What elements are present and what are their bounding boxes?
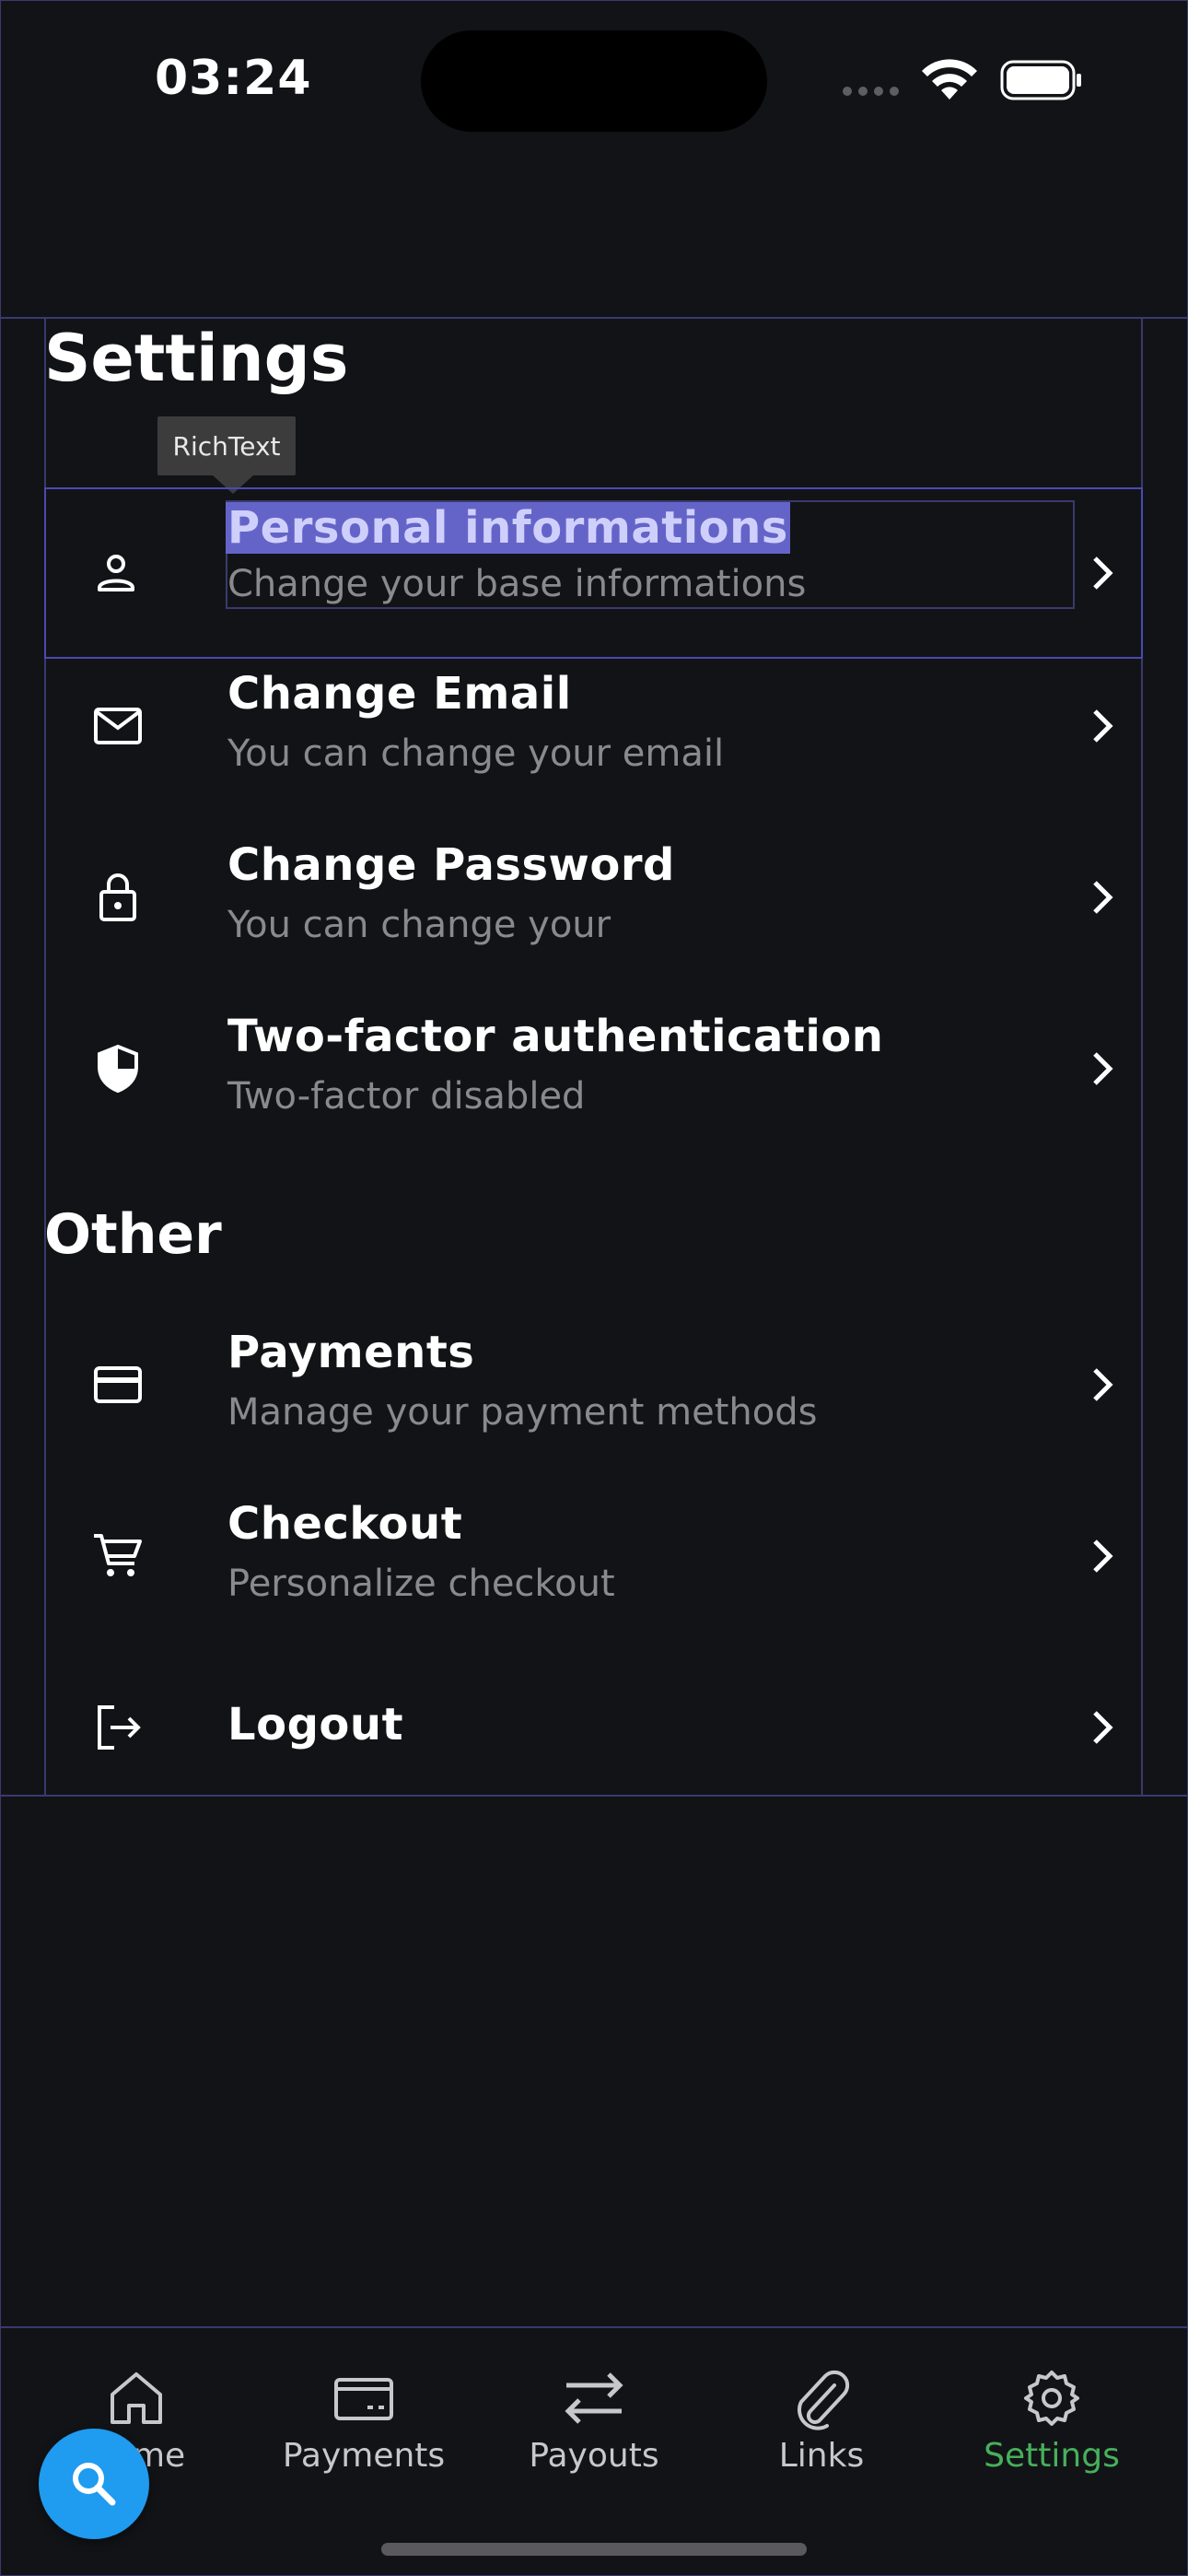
section-title-other: Other — [44, 1202, 222, 1267]
settings-item-two-factor[interactable]: Two-factor authentication Two-factor dis… — [46, 983, 1141, 1154]
settings-item-title: Personal informations — [226, 502, 790, 554]
settings-item-checkout[interactable]: Checkout Personalize checkout — [46, 1470, 1141, 1642]
lock-icon — [99, 873, 136, 921]
paperclip-icon — [798, 2370, 850, 2430]
mail-icon — [94, 708, 142, 744]
chevron-right-icon — [1093, 1540, 1113, 1573]
nav-item-payouts[interactable]: Payouts — [493, 2365, 695, 2475]
nav-item-payments[interactable]: Payments — [262, 2365, 465, 2475]
search-fab-button[interactable] — [39, 2429, 149, 2539]
home-icon — [111, 2372, 162, 2424]
page-title: Settings — [44, 321, 349, 396]
logout-icon — [98, 1705, 141, 1750]
chevron-right-icon — [1093, 556, 1113, 590]
dynamic-island — [421, 30, 767, 132]
settings-item-personal-informations[interactable]: Personal informations Change your base i… — [44, 487, 1143, 659]
wallet-icon — [334, 2378, 393, 2420]
chevron-right-icon — [1093, 881, 1113, 914]
credit-card-icon — [94, 1366, 142, 1403]
settings-item-subtitle: Two-factor disabled — [227, 1075, 586, 1118]
home-indicator[interactable] — [381, 2543, 807, 2556]
settings-item-payments[interactable]: Payments Manage your payment methods — [46, 1299, 1141, 1470]
wifi-icon — [922, 59, 977, 100]
status-time: 03:24 — [155, 51, 312, 106]
settings-item-title: Checkout — [227, 1498, 463, 1550]
settings-item-title: Payments — [227, 1327, 475, 1378]
settings-item-title: Change Password — [227, 839, 675, 891]
settings-item-subtitle: Change your base informations — [227, 563, 807, 605]
settings-item-logout[interactable]: Logout — [46, 1642, 1141, 1813]
person-icon — [98, 555, 134, 591]
nav-label: Settings — [984, 2437, 1120, 2475]
battery-icon — [1000, 60, 1081, 100]
swap-arrows-icon — [565, 2372, 623, 2424]
gear-icon — [1024, 2371, 1079, 2426]
cart-icon — [94, 1534, 142, 1576]
app-bar-divider — [0, 317, 1188, 319]
chevron-right-icon — [1093, 1368, 1113, 1401]
nav-item-links[interactable]: Links — [720, 2365, 923, 2475]
settings-item-change-email[interactable]: Change Email You can change your email — [46, 640, 1141, 812]
chevron-right-icon — [1093, 1052, 1113, 1085]
nav-label: Links — [778, 2437, 865, 2475]
bottom-nav: Home Payments Payouts Links Settings — [0, 2328, 1188, 2576]
chevron-right-icon — [1093, 1711, 1113, 1744]
settings-item-subtitle: You can change your — [227, 904, 611, 946]
chevron-right-icon — [1093, 709, 1113, 743]
settings-item-title: Change Email — [227, 668, 572, 720]
settings-item-subtitle: Manage your payment methods — [227, 1391, 818, 1434]
settings-item-title: Two-factor authentication — [227, 1011, 884, 1062]
nav-item-settings[interactable]: Settings — [950, 2365, 1153, 2475]
search-icon — [73, 2463, 116, 2506]
status-bar: 03:24 — [0, 0, 1188, 166]
settings-item-subtitle: You can change your email — [227, 732, 725, 775]
settings-item-change-password[interactable]: Change Password You can change your — [46, 812, 1141, 983]
nav-label: Payments — [282, 2437, 446, 2475]
cellular-signal-icon — [843, 87, 899, 96]
settings-item-title: Logout — [227, 1699, 404, 1751]
shield-icon — [98, 1044, 138, 1094]
nav-label: Payouts — [529, 2437, 659, 2475]
settings-item-subtitle: Personalize checkout — [227, 1563, 615, 1605]
richtext-tooltip: RichText — [157, 416, 296, 494]
